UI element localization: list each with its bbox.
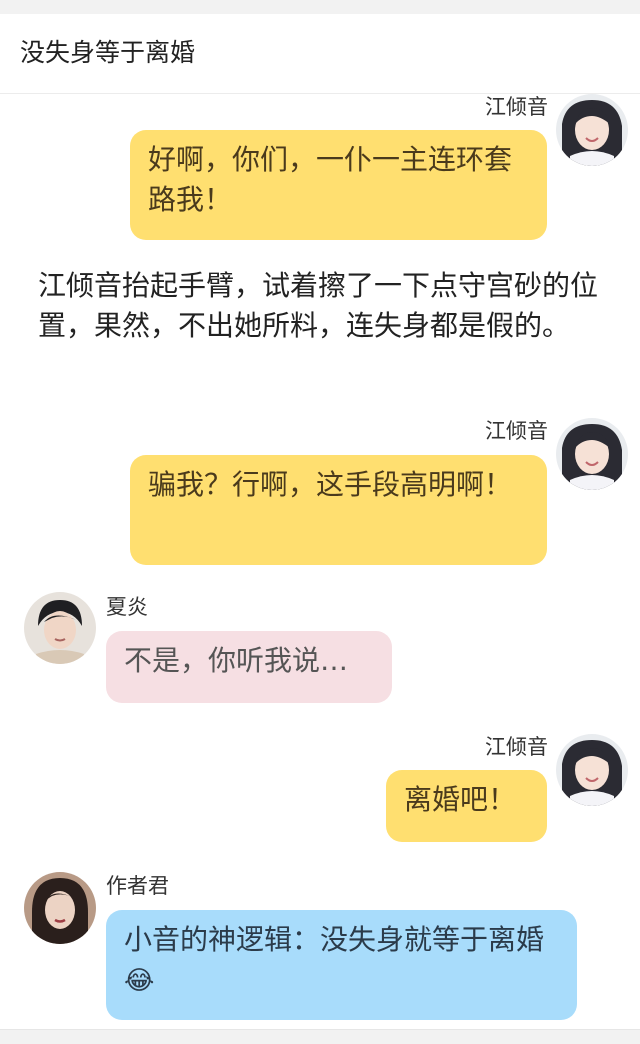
page-title: 没失身等于离婚 (20, 38, 196, 67)
message-bubble: 不是，你听我说… (106, 631, 392, 703)
speaker-name: 江倾音 (485, 419, 548, 443)
bottom-strip (0, 1029, 640, 1044)
narration-text: 江倾音抬起手臂，试着擦了一下点守宫砂的位置，果然，不出她所料，连失身都是假的。 (38, 269, 599, 342)
message-text: 小音的神逻辑：没失身就等于离婚 (124, 923, 545, 956)
avatar-jiang-qingyin[interactable] (556, 418, 628, 490)
laughing-tears-emoji-icon: 😂 (124, 966, 155, 996)
message-bubble: 好啊，你们，一仆一主连环套路我！ (130, 130, 547, 240)
speaker-name: 作者君 (106, 874, 169, 898)
avatar-author[interactable] (24, 872, 96, 944)
avatar-jiang-qingyin[interactable] (556, 734, 628, 806)
message-bubble: 小音的神逻辑：没失身就等于离婚 😂 (106, 910, 577, 1020)
speaker-name: 江倾音 (485, 95, 548, 119)
chat-header: 没失身等于离婚 (0, 14, 640, 94)
avatar-xia-yan[interactable] (24, 592, 96, 664)
avatar-jiang-qingyin[interactable] (556, 94, 628, 166)
status-strip (0, 0, 640, 15)
speaker-name: 夏炎 (106, 595, 148, 619)
message-bubble: 骗我？行啊，这手段高明啊！ (130, 455, 547, 565)
message-bubble: 离婚吧！ (386, 770, 547, 842)
speaker-name: 江倾音 (485, 735, 548, 759)
